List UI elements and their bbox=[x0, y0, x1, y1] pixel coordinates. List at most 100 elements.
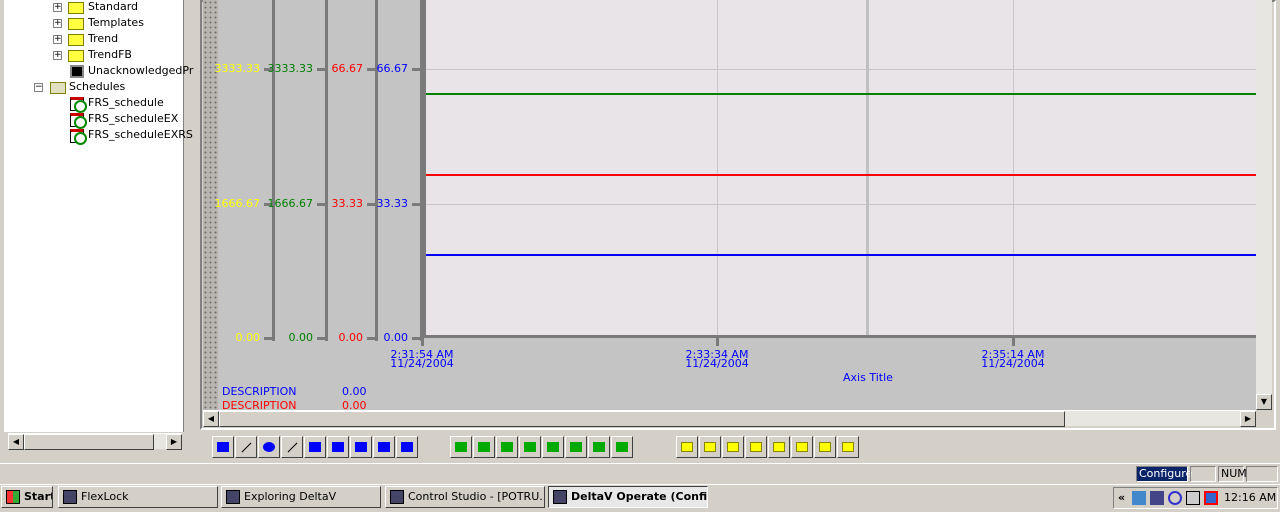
timer-button[interactable] bbox=[722, 436, 744, 458]
align-icon bbox=[547, 442, 559, 452]
tree-horizontal-scrollbar[interactable]: ◀ ▶ bbox=[8, 433, 182, 450]
fill-button[interactable] bbox=[519, 436, 541, 458]
bring-to-front-icon bbox=[455, 442, 467, 452]
clock[interactable]: 12:16 AM bbox=[1224, 491, 1276, 504]
tree-item-label: Schedules bbox=[69, 80, 126, 93]
align-button[interactable] bbox=[542, 436, 564, 458]
chord-icon bbox=[378, 442, 390, 452]
tree-item-label: Trend bbox=[88, 32, 119, 45]
network-icon[interactable] bbox=[1132, 491, 1146, 505]
y-tick-label: 1666.67 bbox=[214, 197, 261, 210]
pie-icon bbox=[332, 442, 344, 452]
polyline-button[interactable] bbox=[350, 436, 372, 458]
collapse-icon[interactable]: − bbox=[34, 83, 43, 92]
server-icon[interactable] bbox=[1186, 491, 1200, 505]
folder-icon bbox=[68, 18, 84, 30]
gridline bbox=[426, 69, 1256, 70]
y-axis-line bbox=[325, 0, 328, 341]
hand-button[interactable] bbox=[745, 436, 767, 458]
gridline bbox=[426, 204, 1256, 205]
vertical-scrollbar[interactable]: ▼ bbox=[1256, 0, 1272, 410]
scale-icon bbox=[593, 442, 605, 452]
scroll-thumb[interactable] bbox=[219, 411, 1065, 427]
app-icon bbox=[226, 490, 240, 504]
flip-icon bbox=[616, 442, 628, 452]
expand-icon[interactable]: + bbox=[53, 19, 62, 28]
plot-area[interactable] bbox=[423, 0, 1256, 338]
bring-to-front-button[interactable] bbox=[450, 436, 472, 458]
y-axis-line bbox=[375, 0, 378, 341]
scroll-thumb[interactable] bbox=[24, 434, 154, 450]
legend-label: DESCRIPTION bbox=[222, 399, 297, 412]
scroll-left-button[interactable]: ◀ bbox=[203, 411, 219, 427]
send-to-back-button[interactable] bbox=[473, 436, 495, 458]
pie-segment-icon bbox=[401, 442, 413, 452]
legend-label: DESCRIPTION bbox=[222, 385, 297, 398]
disabled-icon[interactable] bbox=[1204, 491, 1218, 505]
start-button[interactable]: Start bbox=[1, 486, 53, 508]
horizontal-scrollbar[interactable]: ◀ ▶ bbox=[203, 410, 1256, 427]
scroll-right-button[interactable]: ▶ bbox=[166, 434, 182, 450]
schedule-icon bbox=[70, 97, 87, 113]
scroll-left-button[interactable]: ◀ bbox=[8, 434, 24, 450]
line-button[interactable] bbox=[235, 436, 257, 458]
gridline bbox=[1013, 0, 1014, 335]
taskbar-task[interactable]: Exploring DeltaV bbox=[221, 486, 381, 508]
tree-item-label: UnacknowledgedPr bbox=[88, 64, 194, 77]
scroll-right-button[interactable]: ▶ bbox=[1240, 411, 1256, 427]
rounded-rectangle-button[interactable] bbox=[304, 436, 326, 458]
display-button[interactable] bbox=[791, 436, 813, 458]
x-tick-date: 11/24/2004 bbox=[981, 357, 1045, 370]
expand-icon[interactable]: + bbox=[53, 3, 62, 12]
rotate-button[interactable] bbox=[565, 436, 587, 458]
expand-icon[interactable]: + bbox=[53, 51, 62, 60]
status-pane bbox=[1190, 466, 1216, 482]
schedule-icon bbox=[70, 129, 87, 145]
ellipse-button[interactable] bbox=[258, 436, 280, 458]
dynamo-button[interactable] bbox=[768, 436, 790, 458]
alarm-button[interactable] bbox=[837, 436, 859, 458]
x-tick bbox=[1012, 338, 1015, 346]
taskbar-task[interactable]: Control Studio - [POTRU... bbox=[385, 486, 545, 508]
chord-button[interactable] bbox=[373, 436, 395, 458]
tree-item-label: Templates bbox=[88, 16, 144, 29]
tray-expand-button[interactable]: « bbox=[1118, 491, 1125, 504]
pie-button[interactable] bbox=[327, 436, 349, 458]
window-button[interactable] bbox=[814, 436, 836, 458]
flip-button[interactable] bbox=[611, 436, 633, 458]
taskbar-task[interactable]: FlexLock bbox=[58, 486, 218, 508]
task-label: FlexLock bbox=[81, 490, 129, 503]
y-tick-label: 3333.33 bbox=[214, 62, 261, 75]
window-icon bbox=[819, 442, 831, 452]
folder-icon bbox=[50, 82, 66, 94]
network-icon[interactable] bbox=[1150, 491, 1164, 505]
rounded-rectangle-icon bbox=[309, 442, 321, 452]
rectangle-button[interactable] bbox=[212, 436, 234, 458]
y-tick-label: 33.33 bbox=[376, 197, 409, 210]
polyline-icon bbox=[355, 442, 367, 452]
rotate-icon bbox=[570, 442, 582, 452]
group-button[interactable] bbox=[496, 436, 518, 458]
explorer-tree: + Standard + Templates + Trend + TrendFB Unackno… bbox=[4, 0, 193, 432]
display-icon bbox=[796, 442, 808, 452]
windows-logo-icon bbox=[6, 490, 20, 504]
pie-segment-button[interactable] bbox=[396, 436, 418, 458]
scale-button[interactable] bbox=[588, 436, 610, 458]
sync-icon[interactable] bbox=[1168, 491, 1182, 505]
tree-item-label: TrendFB bbox=[88, 48, 132, 61]
y-tick-label: 0.00 bbox=[383, 331, 409, 344]
app-icon bbox=[63, 490, 77, 504]
expand-icon[interactable]: + bbox=[53, 35, 62, 44]
percent-icon bbox=[704, 442, 716, 452]
percent-button[interactable] bbox=[699, 436, 721, 458]
dynamo-icon bbox=[773, 442, 785, 452]
taskbar-task[interactable]: DeltaV Operate (Confi... bbox=[548, 486, 708, 508]
send-to-back-icon bbox=[478, 442, 490, 452]
app-icon bbox=[390, 490, 404, 504]
arc-button[interactable] bbox=[281, 436, 303, 458]
arc-icon bbox=[287, 442, 298, 453]
scroll-down-button[interactable]: ▼ bbox=[1256, 394, 1272, 410]
datalink-button[interactable] bbox=[676, 436, 698, 458]
tree-item-label: FRS_scheduleEX bbox=[88, 112, 179, 125]
gridline bbox=[717, 0, 718, 335]
